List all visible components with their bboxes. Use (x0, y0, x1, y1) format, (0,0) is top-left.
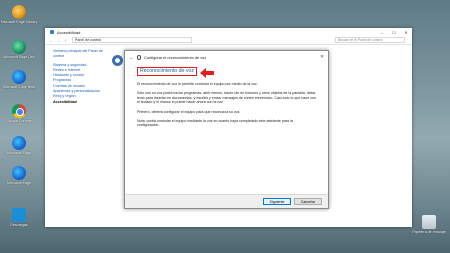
desktop-icon-label: Microsoft Edge (7, 151, 31, 155)
window-title: Accesibilidad (57, 29, 81, 35)
desktop-icon-edge-beta[interactable]: Microsoft Edge Beta (0, 70, 38, 89)
control-panel-icon (50, 30, 54, 34)
sidebar-item-home[interactable]: Ventana principal del Panel de control (53, 49, 111, 60)
desktop-icon-edge-2[interactable]: Microsoft Edge (0, 166, 38, 185)
desktop-icon-edge-dev[interactable]: Microsoft Edge Dev (0, 40, 38, 59)
maximize-icon[interactable]: ☐ (388, 30, 400, 35)
desktop-icon-label: Papelera de reciclaje (412, 230, 446, 234)
edge-beta-icon (12, 70, 26, 84)
desktop-icon-label: Microsoft Edge (7, 181, 31, 185)
ease-of-access-icon (112, 55, 123, 66)
desktop-icon-recycle-bin[interactable]: Papelera de reciclaje (410, 215, 448, 234)
desktop-icon-label: Descargas (10, 223, 28, 227)
setup-text: Primero, deberá configurar el equipo par… (137, 109, 241, 114)
address-text: Panel de control (75, 38, 101, 42)
minimize-icon[interactable]: – (376, 30, 388, 35)
cancel-button[interactable]: Cancelar (294, 198, 322, 205)
edge-icon (12, 136, 26, 150)
desktop-icon-label: Microsoft Edge Dev (3, 55, 35, 59)
title-bar: Accesibilidad – ☐ ✕ (45, 28, 412, 36)
description-text: Solo con su voz podrá iniciar programas,… (137, 90, 316, 105)
next-button[interactable]: Siguiente (263, 198, 291, 205)
up-icon[interactable]: ↑ (62, 38, 69, 43)
back-icon[interactable]: ← (48, 38, 55, 43)
microphone-icon (137, 54, 141, 60)
edge-canary-icon (12, 5, 26, 19)
address-bar: ← → ↑ Panel de control Buscar en el Pane… (45, 36, 412, 45)
forward-icon[interactable]: → (55, 38, 62, 43)
desktop-icon-label: Google Chrome (6, 119, 32, 123)
address-field[interactable]: Panel de control (72, 37, 192, 43)
search-placeholder: Buscar en el Panel de control (338, 38, 383, 42)
edge-dev-icon (12, 40, 26, 54)
search-input[interactable]: Buscar en el Panel de control (335, 37, 405, 43)
desktop-icon-edge[interactable]: Microsoft Edge (0, 136, 38, 155)
desktop-icon-chrome[interactable]: Google Chrome (0, 104, 38, 123)
annotation-arrow-icon (200, 68, 214, 78)
desktop-icon-label: Microsoft Edge Canary (0, 20, 38, 24)
chrome-icon (12, 104, 26, 118)
sidebar-item-accessibility[interactable]: Accesibilidad (53, 100, 111, 105)
speech-setup-dialog: ← Configurar el reconocimiento de voz ✕ … (124, 50, 329, 209)
recycle-bin-icon (422, 215, 436, 229)
dialog-title: Configurar el reconocimiento de voz (144, 54, 207, 60)
dialog-heading: Reconocimiento de voz (137, 67, 197, 76)
dialog-header: ← Configurar el reconocimiento de voz ✕ (125, 51, 328, 63)
edge-icon (12, 166, 26, 180)
note-text: Nota: podrá controlar el equipo mediante… (137, 118, 293, 128)
desktop-icon-label: Microsoft Edge Beta (2, 85, 36, 89)
downloads-icon (12, 208, 26, 222)
desktop-icon-downloads[interactable]: Descargas (0, 208, 38, 227)
desktop-icon-edge-canary[interactable]: Microsoft Edge Canary (0, 5, 38, 24)
intro-text: El reconocimiento de voz le permite cont… (137, 81, 258, 86)
close-icon[interactable]: ✕ (400, 30, 412, 35)
dialog-footer: Siguiente Cancelar (125, 194, 328, 208)
sidebar: Ventana principal del Panel de control S… (45, 45, 111, 227)
close-icon[interactable]: ✕ (316, 54, 328, 60)
back-arrow-icon[interactable]: ← (129, 55, 137, 60)
dialog-content: Reconocimiento de voz El reconocimiento … (125, 63, 328, 128)
